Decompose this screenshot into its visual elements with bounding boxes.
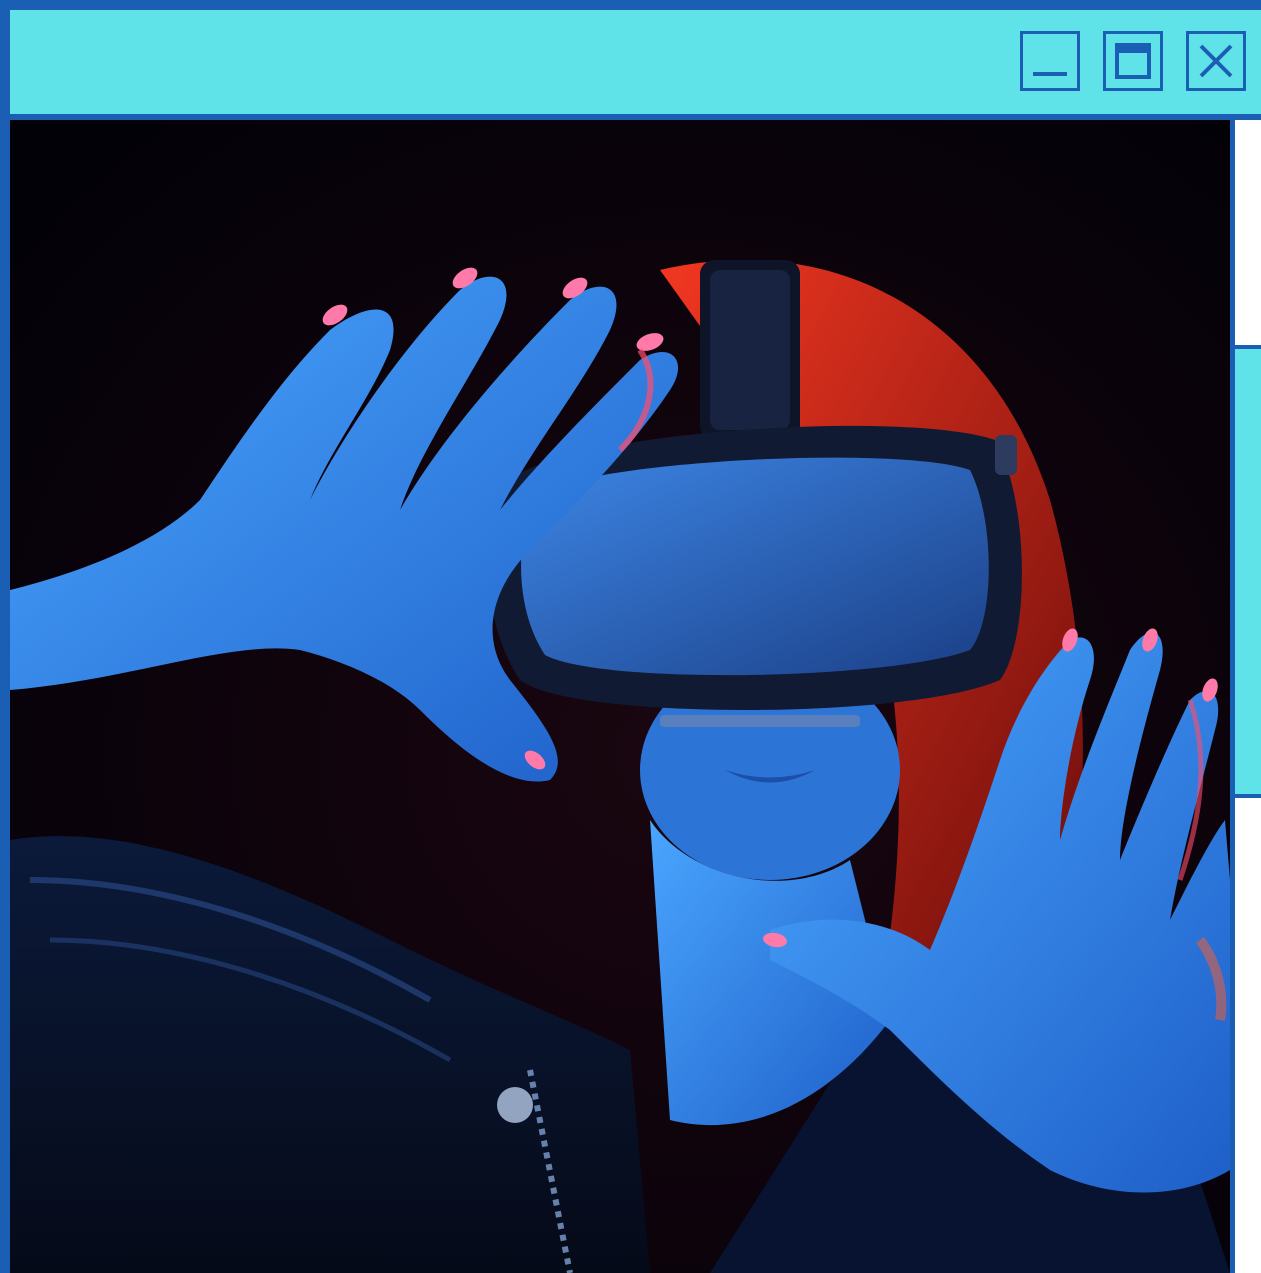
- side-accent-bar: [1235, 345, 1261, 798]
- vr-headset-photo: [10, 120, 1230, 1273]
- minimize-icon: [1033, 72, 1067, 76]
- app-window: [0, 0, 1261, 1273]
- side-panel: [1235, 120, 1261, 1273]
- maximize-button[interactable]: [1103, 31, 1163, 91]
- close-button[interactable]: [1186, 31, 1246, 91]
- maximize-icon: [1115, 43, 1151, 79]
- close-icon: [1199, 44, 1233, 78]
- title-bar[interactable]: [10, 10, 1261, 120]
- photo-panel: [10, 120, 1235, 1273]
- minimize-button[interactable]: [1020, 31, 1080, 91]
